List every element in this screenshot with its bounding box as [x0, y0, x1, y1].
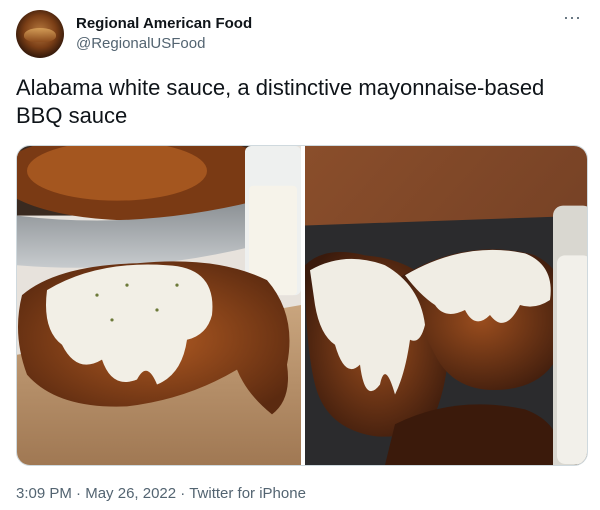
tweet-header: Regional American Food @RegionalUSFood ·… — [16, 8, 584, 60]
author-name[interactable]: Regional American Food — [76, 14, 252, 34]
tweet-date[interactable]: May 26, 2022 — [85, 485, 176, 502]
author-handle[interactable]: @RegionalUSFood — [76, 34, 252, 54]
photo-right-image — [305, 146, 587, 465]
tweet-text: Alabama white sauce, a distinctive mayon… — [16, 75, 545, 128]
avatar[interactable] — [16, 10, 64, 58]
photo-left-image — [17, 146, 301, 465]
author-info: Regional American Food @RegionalUSFood — [76, 14, 252, 54]
meta-separator: · — [176, 485, 190, 502]
photo-chicken-on-board[interactable] — [17, 146, 301, 465]
media-grid — [16, 145, 588, 466]
tweet-time[interactable]: 3:09 PM — [16, 485, 72, 502]
tweet-source[interactable]: Twitter for iPhone — [189, 485, 306, 502]
photo-chicken-with-jar[interactable] — [305, 146, 587, 465]
more-horizontal-icon[interactable]: ··· — [560, 8, 584, 30]
meta-separator: · — [71, 485, 86, 502]
tweet-meta: 3:09 PM · May 26, 2022 · Twitter for iPh… — [16, 484, 306, 504]
